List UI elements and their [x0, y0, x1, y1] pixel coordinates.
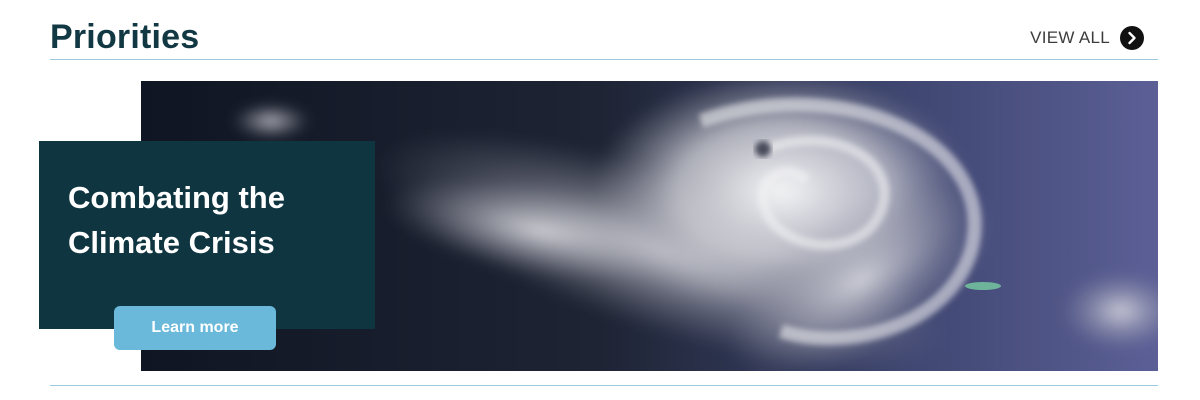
feature-title: Combating the Climate Crisis	[68, 175, 358, 265]
priorities-section: Priorities VIEW ALL Combating the Climat…	[0, 0, 1200, 400]
feature-title-line2: Climate Crisis	[68, 225, 275, 260]
header-divider	[50, 59, 1158, 60]
view-all-label: VIEW ALL	[1030, 28, 1110, 47]
chevron-right-icon	[1120, 26, 1144, 50]
learn-more-button[interactable]: Learn more	[114, 306, 276, 350]
feature-card: Combating the Climate Crisis	[39, 141, 375, 329]
footer-divider	[50, 385, 1158, 386]
section-header: Priorities VIEW ALL	[50, 14, 1158, 60]
view-all-link[interactable]: VIEW ALL	[1030, 26, 1144, 50]
section-title: Priorities	[50, 18, 200, 56]
feature-title-line1: Combating the	[68, 180, 285, 215]
